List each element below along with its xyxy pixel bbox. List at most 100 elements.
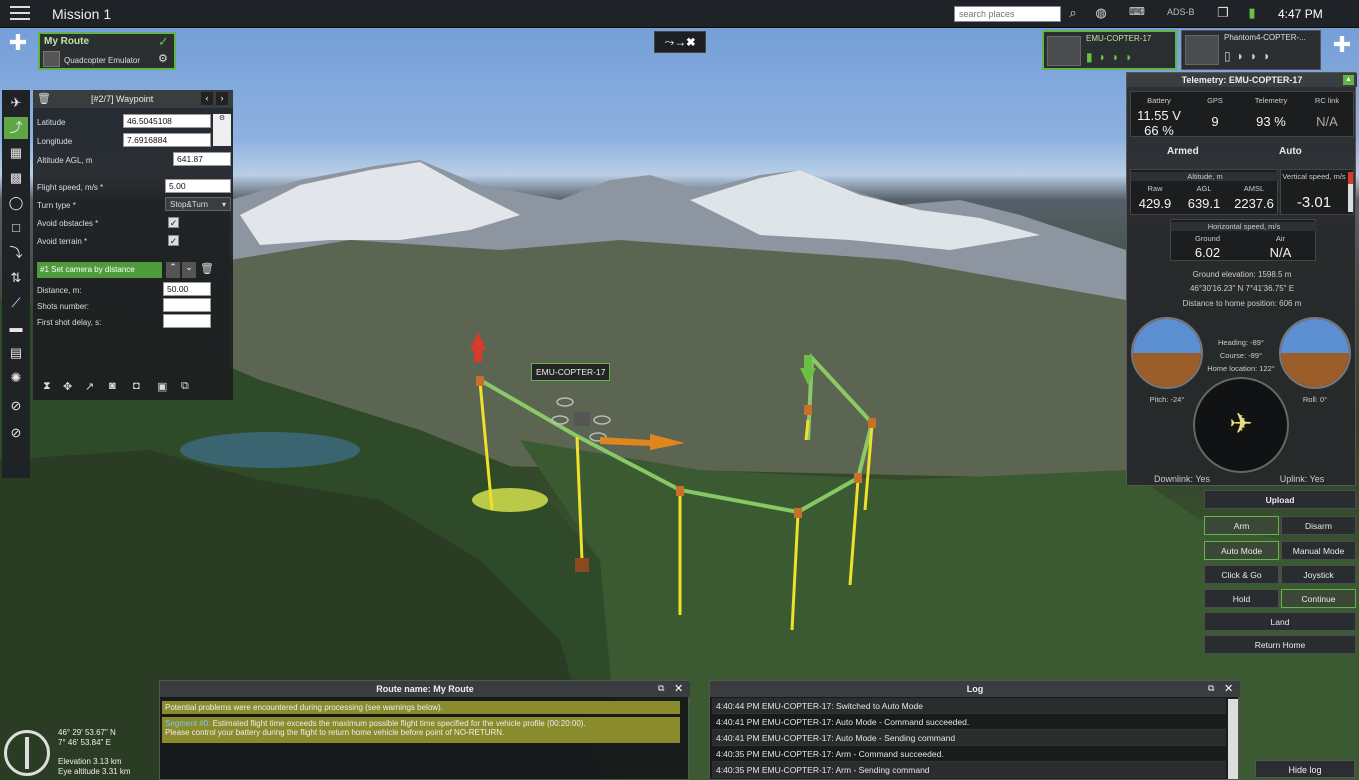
camera-trigger-icon[interactable]: ▣ <box>157 380 167 393</box>
perimeter-tool-icon[interactable]: □ <box>4 217 28 239</box>
first-shot-field[interactable] <box>163 314 211 328</box>
sun-tool-icon[interactable]: ✺ <box>4 367 28 389</box>
flight-mode: Auto <box>1279 146 1302 157</box>
add-route-button[interactable]: ✚ <box>6 30 30 64</box>
cursor-lon: 7° 46' 53.84" E <box>58 737 111 747</box>
shots-label: Shots number: <box>37 302 90 311</box>
action-title[interactable]: #1 Set camera by distance <box>37 262 162 278</box>
turn-type-select[interactable]: Stop&Turn ▾ <box>165 197 231 211</box>
vertical-scan-tool-icon[interactable]: ⇅ <box>4 267 28 289</box>
trash-icon[interactable]: 🗑 <box>37 92 51 105</box>
detach-icon[interactable]: ⧉ <box>1208 683 1220 695</box>
battery-icon[interactable]: ▮ <box>1242 5 1262 23</box>
move-up-icon[interactable]: ⌃ <box>166 262 180 278</box>
log-entry: 4:40:35 PM EMU-COPTER-17: Arm - Command … <box>712 746 1226 762</box>
battery-voltage: 11.55 V <box>1137 108 1181 123</box>
route-tool-button[interactable]: ⤳→✖ <box>654 31 706 53</box>
hold-button[interactable]: Hold <box>1204 589 1279 608</box>
corridor-tool-icon[interactable]: ⟋ <box>4 292 28 314</box>
home-location: Home location: 122° <box>1207 364 1275 373</box>
vehicle-thumb-icon <box>43 51 60 67</box>
panorama-icon[interactable]: ⧉ <box>181 380 189 393</box>
continue-button[interactable]: Continue <box>1281 589 1356 608</box>
wait-action-icon[interactable]: ⧗ <box>43 380 51 393</box>
prev-waypoint-button[interactable]: ‹ <box>201 92 213 105</box>
coords-format-icon[interactable]: ⚙ <box>213 114 231 146</box>
route-card[interactable]: My Route ✓ Quadcopter Emulator ⚙ <box>38 32 176 70</box>
log-scrollbar[interactable] <box>1228 699 1238 779</box>
adsb-toggle[interactable]: ADS-B <box>1167 7 1195 17</box>
camera-mode-icon[interactable]: ◘ <box>133 380 140 392</box>
flight-speed-field[interactable] <box>165 179 231 193</box>
hide-log-button[interactable]: Hide log <box>1255 760 1355 778</box>
settings-icon[interactable]: ⚙ <box>158 52 168 65</box>
ruler-tool-icon[interactable]: ▬ <box>4 317 28 339</box>
globe-icon[interactable]: ◍ <box>1092 5 1110 23</box>
add-vehicle-button[interactable]: ✚ <box>1328 32 1356 68</box>
yaw-action-icon[interactable]: ↗ <box>85 380 94 393</box>
camera-control-icon[interactable]: ◙ <box>109 380 116 392</box>
turn-type-value: Stop&Turn <box>170 200 208 209</box>
log-panel: Log ⧉ ✕ 4:40:44 PM EMU-COPTER-17: Switch… <box>709 680 1240 780</box>
avoid-terrain-checkbox[interactable]: ✓ <box>168 235 179 246</box>
altitude-field[interactable] <box>173 152 231 166</box>
manual-mode-button[interactable]: Manual Mode <box>1281 541 1356 560</box>
return-home-button[interactable]: Return Home <box>1204 635 1356 654</box>
delete-action-icon[interactable]: 🗑 <box>200 262 214 275</box>
keyboard-icon[interactable]: ⌨ <box>1120 5 1154 23</box>
detach-icon[interactable]: ⧉ <box>658 683 670 695</box>
search-icon[interactable]: ⌕ <box>1064 5 1082 23</box>
land-button[interactable]: Land <box>1204 612 1356 631</box>
waypoint-tool-icon[interactable]: ⤴ <box>4 117 28 139</box>
menu-icon[interactable] <box>10 6 30 21</box>
shots-field[interactable] <box>163 298 211 312</box>
takeoff-tool-icon[interactable]: ✈ <box>4 92 28 114</box>
drone-label[interactable]: EMU-COPTER-17 <box>531 363 611 381</box>
altitude-box: Altitude, m Raw 429.9 AGL 639.1 AMSL 223… <box>1130 169 1279 215</box>
landing-tool-icon[interactable]: ⤵ <box>4 242 28 264</box>
telemetry-label: Telemetry <box>1254 96 1288 105</box>
avoid-terrain-label: Avoid terrain * <box>37 237 88 246</box>
poi-action-icon[interactable]: ✥ <box>63 380 72 393</box>
photogrammetry-tool-icon[interactable]: ▩ <box>4 167 28 189</box>
arm-button[interactable]: Arm <box>1204 516 1279 535</box>
map-compass-icon[interactable] <box>4 730 50 776</box>
latitude-field[interactable] <box>123 114 211 128</box>
move-down-icon[interactable]: ⌄ <box>182 262 196 278</box>
joystick-button[interactable]: Joystick <box>1281 565 1356 584</box>
search-input[interactable] <box>954 6 1061 22</box>
longitude-field[interactable] <box>123 133 211 147</box>
circle-tool-icon[interactable]: ◯ <box>4 192 28 214</box>
longitude-label: Longitude <box>37 137 73 146</box>
ground-speed: 6.02 <box>1194 245 1221 260</box>
auto-mode-button[interactable]: Auto Mode <box>1204 541 1279 560</box>
mission-title[interactable]: Mission 1 <box>52 6 111 22</box>
vehicle-card-phantom[interactable]: Phantom4-COPTER-... ▯◗◗◗ <box>1181 30 1321 70</box>
compass-heading-icon: ✈ <box>1193 377 1289 473</box>
avoid-obstacles-checkbox[interactable]: ✓ <box>168 217 179 228</box>
attitude-indicator-roll <box>1279 317 1351 389</box>
area-scan-tool-icon[interactable]: ▦ <box>4 142 28 164</box>
next-waypoint-button[interactable]: › <box>216 92 228 105</box>
telemetry-value: 93 % <box>1256 114 1286 129</box>
distance-field[interactable] <box>163 282 211 296</box>
gps-value: 9 <box>1211 114 1219 129</box>
upload-button[interactable]: Upload <box>1204 490 1356 509</box>
vspeed-value: -3.01 <box>1296 194 1332 211</box>
restricted-tool-icon[interactable]: ⊘ <box>4 422 28 444</box>
log-entry: 4:40:41 PM EMU-COPTER-17: Auto Mode - Se… <box>712 730 1226 746</box>
top-bar: Mission 1 ⌕ ◍ ⌨ ADS-B ❐ ▮ 4:47 PM <box>0 0 1359 28</box>
close-icon[interactable]: ✕ <box>1224 682 1236 695</box>
segment-link[interactable]: Segment #0: <box>165 719 210 728</box>
window-icon[interactable]: ❐ <box>1212 5 1234 23</box>
click-go-button[interactable]: Click & Go <box>1204 565 1279 584</box>
vehicle-card-emu[interactable]: EMU-COPTER-17 ▮◗◗◗ <box>1042 30 1177 70</box>
eye-altitude: Eye altitude 3.31 km <box>58 766 131 776</box>
raw-label: Raw <box>1147 184 1163 193</box>
collapse-icon[interactable]: ▲ <box>1343 75 1354 85</box>
telemetry-title: Telemetry: EMU-COPTER-17 <box>1127 73 1357 87</box>
grid-tool-icon[interactable]: ▤ <box>4 342 28 364</box>
no-fly-tool-icon[interactable]: ⊘ <box>4 395 28 417</box>
disarm-button[interactable]: Disarm <box>1281 516 1356 535</box>
close-icon[interactable]: ✕ <box>674 682 686 695</box>
